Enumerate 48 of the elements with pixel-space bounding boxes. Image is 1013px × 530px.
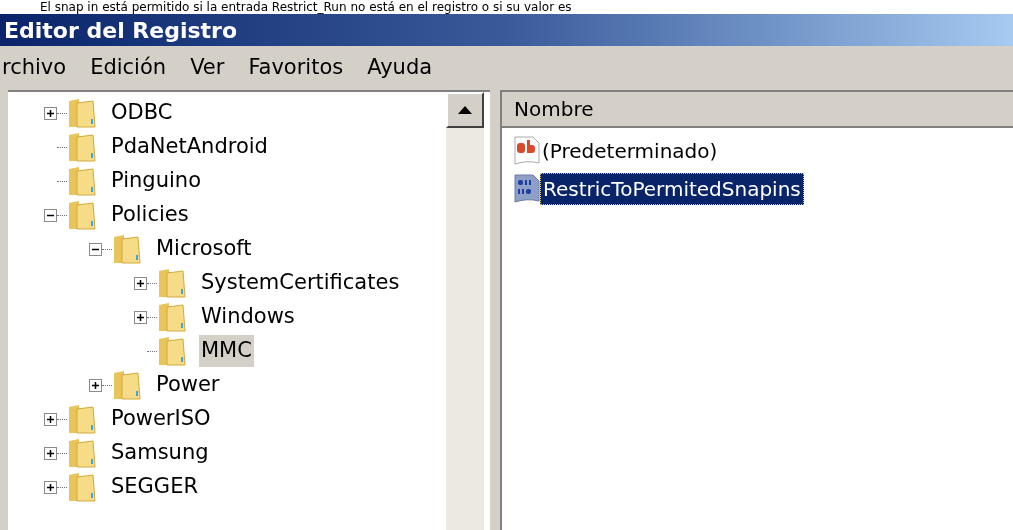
expand-icon[interactable]	[44, 412, 57, 426]
folder-icon	[67, 471, 97, 503]
tree-item[interactable]: PowerISO	[109, 403, 213, 435]
tree-item[interactable]: Pinguino	[109, 165, 203, 197]
tree-item[interactable]: PdaNetAndroid	[109, 131, 270, 163]
folder-icon	[157, 267, 187, 299]
collapse-icon[interactable]	[89, 242, 102, 256]
tree-item[interactable]: Policies	[109, 199, 191, 231]
folder-icon	[67, 199, 97, 231]
text-value-icon	[514, 136, 540, 166]
tree-item[interactable]: Power	[154, 369, 222, 401]
tree-item[interactable]: ODBC	[109, 97, 175, 129]
folder-icon	[67, 131, 97, 163]
folder-icon	[67, 165, 97, 197]
tree-item[interactable]: MMC	[199, 335, 254, 367]
tree-item[interactable]: Windows	[199, 301, 297, 333]
menu-item[interactable]: rchivo	[2, 52, 67, 84]
column-header[interactable]: Nombre	[502, 92, 1013, 126]
window-title: Editor del Registro	[4, 16, 238, 45]
expand-icon[interactable]	[44, 106, 57, 120]
folder-icon	[157, 335, 187, 367]
tree-item[interactable]: SEGGER	[109, 471, 200, 503]
menu-item[interactable]: Favoritos	[248, 52, 344, 84]
value-name[interactable]: (Predeterminado)	[540, 136, 720, 166]
collapse-icon[interactable]	[44, 208, 57, 222]
scrollbar[interactable]	[446, 92, 484, 530]
expand-icon[interactable]	[89, 378, 102, 392]
folder-icon	[157, 301, 187, 333]
tree-item[interactable]: SystemCertificates	[199, 267, 402, 299]
menu-item[interactable]: Edición	[90, 52, 167, 84]
menu-item[interactable]: Ayuda	[367, 52, 433, 84]
expand-icon[interactable]	[134, 310, 147, 324]
expand-icon[interactable]	[44, 446, 57, 460]
binary-value-icon	[514, 174, 540, 204]
folder-icon	[67, 437, 97, 469]
up-arrow-icon	[458, 106, 472, 114]
tree-item[interactable]: Samsung	[109, 437, 211, 469]
folder-icon	[112, 369, 142, 401]
menu-item[interactable]: Ver	[190, 52, 225, 84]
folder-icon	[112, 233, 142, 265]
value-name[interactable]: RestricToPermitedSnapins	[540, 173, 804, 205]
expand-icon[interactable]	[44, 480, 57, 494]
expand-icon[interactable]	[134, 276, 147, 290]
tree-item[interactable]: Microsoft	[154, 233, 254, 265]
caption-text: El snap in está permitido si la entrada Restrict_Run no está en el registro o si su valor es	[0, 0, 1013, 14]
scroll-up-button[interactable]	[446, 92, 484, 128]
folder-icon	[67, 97, 97, 129]
folder-icon	[67, 403, 97, 435]
